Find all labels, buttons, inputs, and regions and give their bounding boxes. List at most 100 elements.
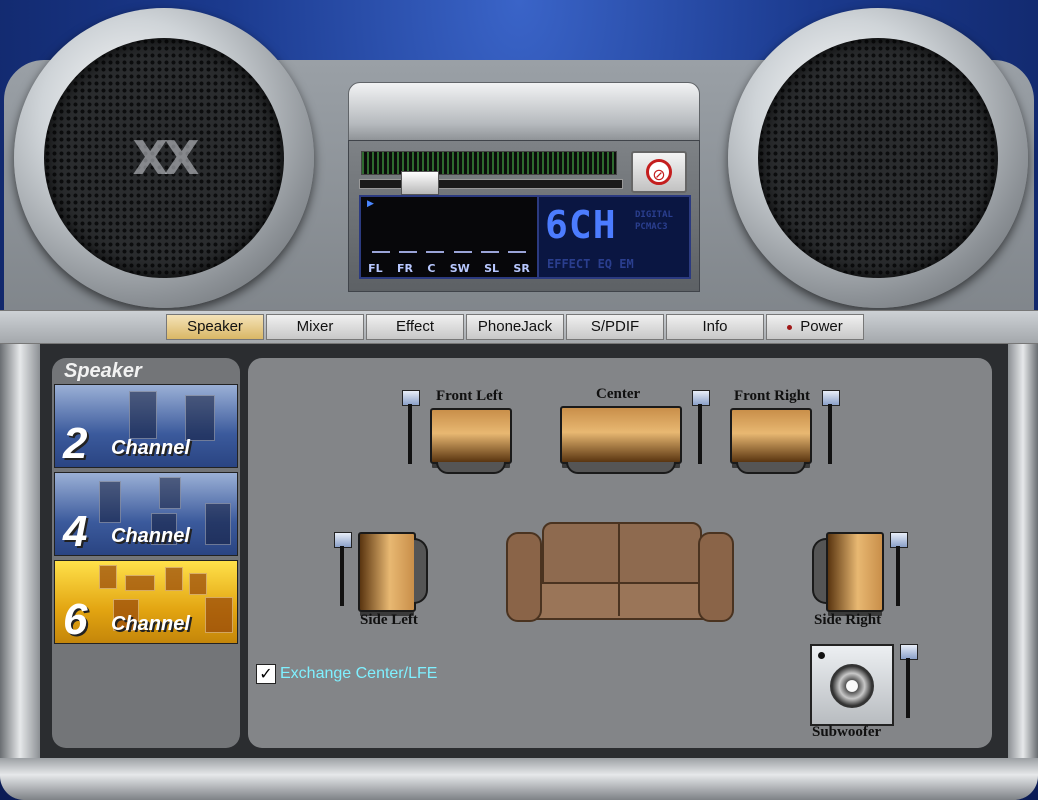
mode-6-channel-button[interactable]: 6 Channel — [54, 560, 238, 644]
subwoofer-cone-icon — [830, 664, 874, 708]
tab-info-label: Info — [702, 318, 728, 335]
center-stand — [566, 462, 676, 474]
front-left-speaker[interactable] — [430, 408, 512, 464]
exchange-center-lfe-checkbox[interactable]: ✓ — [256, 664, 276, 684]
center-volume-slider[interactable] — [690, 390, 710, 466]
subwoofer-indicator — [818, 652, 825, 659]
speaker-illustration — [205, 503, 231, 545]
mode-6-label: Channel — [111, 613, 190, 635]
slider-rail — [896, 546, 900, 606]
tab-speaker[interactable]: Speaker — [166, 314, 264, 340]
tab-spdif[interactable]: S/PDIF — [566, 314, 664, 340]
mute-icon: ⊘ — [646, 159, 672, 185]
lcd-readout: 6CH DIGITAL PCMAC3 EFFECT EQ EM — [537, 195, 691, 279]
top-handle — [348, 82, 700, 142]
slider-rail — [698, 404, 702, 464]
front-right-label: Front Right — [734, 388, 810, 404]
level-bar — [398, 251, 417, 253]
subwoofer-volume-slider[interactable] — [898, 644, 918, 720]
left-bezel — [0, 344, 40, 758]
channel-label-sl: SL — [484, 262, 500, 275]
mode-2-number: 2 — [63, 419, 88, 468]
bottom-bezel — [0, 758, 1038, 800]
center-speaker[interactable] — [560, 406, 682, 464]
exchange-center-lfe-option[interactable]: ✓ Exchange Center/LFE — [256, 664, 437, 684]
lcd-format-tags: DIGITAL PCMAC3 — [635, 209, 673, 233]
speaker-illustration — [125, 575, 155, 591]
lcd-tag-pcm: PCMAC3 — [635, 222, 668, 232]
channel-level-bars — [367, 251, 531, 257]
front-left-label: Front Left — [436, 388, 503, 404]
slider-rail — [408, 404, 412, 464]
front-right-volume-slider[interactable] — [820, 390, 840, 466]
channel-label-sr: SR — [513, 262, 530, 275]
sofa-arm-right — [698, 532, 734, 622]
subwoofer-label: Subwoofer — [812, 724, 882, 740]
tab-effect-label: Effect — [395, 318, 435, 335]
tab-mixer[interactable]: Mixer — [266, 314, 364, 340]
right-bezel — [1008, 344, 1038, 758]
listener-sofa — [506, 522, 734, 624]
side-right-stand — [812, 538, 826, 604]
master-volume-track[interactable] — [359, 179, 623, 189]
speaker-illustration — [189, 573, 207, 595]
tab-info[interactable]: Info — [666, 314, 764, 340]
tab-effect[interactable]: Effect — [366, 314, 464, 340]
display-panel: ⊘ ▶ FL FR C SW SL SR 6CH DIGITAL PCMAC3 … — [348, 140, 700, 292]
subwoofer-speaker[interactable] — [810, 644, 894, 726]
slider-rail — [828, 404, 832, 464]
side-right-volume-slider[interactable] — [888, 532, 908, 608]
tab-mixer-label: Mixer — [296, 318, 334, 335]
play-arrow-icon: ▶ — [367, 199, 374, 209]
speaker-panel-title: Speaker — [64, 360, 142, 382]
mode-4-channel-button[interactable]: 4 Channel — [54, 472, 238, 556]
tab-power[interactable]: Power — [766, 314, 864, 340]
spectrum-meter — [361, 151, 617, 175]
exchange-center-lfe-label: Exchange Center/LFE — [280, 665, 438, 682]
speaker-illustration — [129, 391, 157, 439]
level-bar — [480, 251, 499, 253]
sofa-arm-left — [506, 532, 542, 622]
front-left-stand — [436, 462, 506, 474]
mode-2-channel-button[interactable]: 2 Channel — [54, 384, 238, 468]
speaker-illustration — [205, 597, 233, 633]
tab-bar: Speaker Mixer Effect PhoneJack S/PDIF In… — [0, 310, 1038, 344]
level-bar — [426, 251, 445, 253]
channel-label-sw: SW — [449, 262, 470, 275]
sofa-seat — [520, 582, 724, 620]
level-bar — [371, 251, 390, 253]
master-volume-thumb[interactable] — [401, 171, 439, 195]
tab-spdif-label: S/PDIF — [590, 318, 640, 335]
side-left-stand — [414, 538, 428, 604]
left-speaker: XX — [14, 8, 314, 308]
channel-label-fr: FR — [397, 262, 413, 275]
front-left-volume-slider[interactable] — [400, 390, 420, 466]
side-right-speaker[interactable] — [826, 532, 884, 612]
mode-2-label: Channel — [111, 437, 190, 459]
speaker-illustration — [165, 567, 183, 591]
channel-labels: FL FR C SW SL SR — [361, 262, 537, 275]
speaker-mode-panel: Speaker 2 Channel 4 Channel 6 Channel — [52, 358, 240, 748]
channel-label-fl: FL — [368, 262, 383, 275]
left-speaker-grille: XX — [44, 38, 284, 278]
tab-speaker-label: Speaker — [187, 318, 243, 335]
tab-phonejack[interactable]: PhoneJack — [466, 314, 564, 340]
lcd-tag-digital: DIGITAL — [635, 210, 673, 220]
right-speaker — [728, 8, 1028, 308]
sofa-divider — [618, 524, 620, 616]
mode-4-number: 4 — [63, 507, 88, 556]
side-left-speaker[interactable] — [358, 532, 416, 612]
slider-rail — [340, 546, 344, 606]
side-left-label: Side Left — [360, 612, 418, 628]
front-right-speaker[interactable] — [730, 408, 812, 464]
grille-logo: XX — [132, 131, 200, 185]
side-left-volume-slider[interactable] — [332, 532, 352, 608]
tab-phonejack-label: PhoneJack — [477, 318, 553, 335]
slider-rail — [906, 658, 910, 718]
speaker-illustration — [185, 395, 215, 441]
front-right-stand — [736, 462, 806, 474]
mute-button[interactable]: ⊘ — [631, 151, 687, 193]
lcd-channel-count: 6CH — [545, 203, 617, 247]
side-right-label: Side Right — [814, 612, 882, 628]
level-bar — [453, 251, 472, 253]
